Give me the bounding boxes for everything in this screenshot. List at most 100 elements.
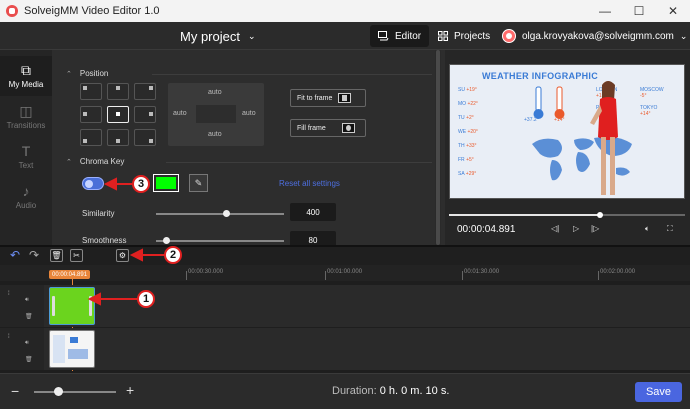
maximize-button[interactable]: ☐ [622, 0, 656, 22]
progress-knob[interactable] [597, 212, 604, 218]
drag-handle-icon[interactable]: ⁞ [8, 291, 10, 297]
transitions-icon: ◫ [19, 103, 33, 119]
editor-tab[interactable]: Editor [370, 25, 430, 47]
anchor-middle-left[interactable] [80, 106, 102, 123]
close-button[interactable]: ✕ [656, 0, 690, 22]
anchor-center[interactable] [107, 106, 129, 123]
playhead-time-badge[interactable]: 00:00:04.891 [49, 270, 91, 279]
app-logo-icon [6, 5, 18, 17]
chroma-color-swatch[interactable] [153, 174, 179, 192]
forecast-row: TH +33° [458, 143, 477, 149]
user-menu[interactable]: olga.krovyakova@solveigmm.com ⌄ [502, 25, 687, 47]
smoothness-slider[interactable] [156, 240, 284, 242]
fullscreen-icon[interactable]: ⛶ [667, 224, 673, 234]
sidebar-item-audio[interactable]: ♪ Audio [0, 177, 52, 217]
speaker-icon[interactable]: 🔊︎ [25, 340, 29, 347]
margin-editor: auto auto auto auto [168, 83, 264, 146]
thermometer-value: +14° [554, 117, 565, 123]
zoom-slider[interactable] [34, 391, 116, 393]
playback-progress-bar[interactable] [449, 212, 685, 218]
smoothness-slider-thumb[interactable] [162, 237, 170, 244]
zoom-in-button[interactable]: + [126, 383, 134, 397]
sidebar-item-label: My Media [8, 80, 44, 89]
anchor-bottom-left[interactable] [80, 129, 102, 146]
chroma-key-clip[interactable] [49, 287, 95, 325]
anchor-top-center[interactable] [107, 83, 129, 100]
minimize-button[interactable]: — [588, 0, 622, 22]
margin-right-input[interactable]: auto [242, 110, 256, 117]
background-clip[interactable] [49, 330, 95, 368]
sidebar-item-label: Text [18, 161, 34, 170]
chroma-color-fill [156, 177, 176, 189]
forecast-row: SA +29° [458, 171, 477, 177]
anchor-middle-right[interactable] [134, 106, 156, 123]
forecast-row: TU +2° [458, 115, 474, 121]
anchor-bottom-right[interactable] [134, 129, 156, 146]
zoom-out-button[interactable]: − [11, 384, 19, 398]
eyedropper-icon[interactable]: ✎ [189, 174, 208, 192]
sidebar-item-text[interactable]: T Text [0, 137, 52, 177]
ruler-label: 00:02:00.000 [600, 269, 636, 275]
timeline-ruler[interactable]: 00:00:30.000 00:01:00.000 00:01:30.000 0… [0, 265, 690, 281]
reset-all-settings-link[interactable]: Reset all settings [279, 179, 340, 188]
clip-settings-button[interactable]: ⚙ [116, 249, 129, 262]
margin-top-input[interactable]: auto [208, 89, 222, 96]
fill-frame-button[interactable]: Fill frame [290, 119, 366, 137]
save-button[interactable]: Save [635, 382, 682, 402]
city-weather: PARIS +8° [596, 105, 611, 117]
fit-to-frame-button[interactable]: Fit to frame [290, 89, 366, 107]
volume-icon[interactable]: 🔈︎ [645, 224, 650, 234]
clip-trim-handle-right[interactable] [89, 296, 92, 316]
similarity-label: Similarity [82, 209, 115, 218]
project-selector[interactable]: My project ⌄ [180, 22, 256, 50]
fill-frame-icon [341, 123, 355, 133]
anchor-bottom-center[interactable] [107, 129, 129, 146]
delete-button[interactable]: 🗑︎ [50, 249, 63, 262]
title-bar: SolveigMM Video Editor 1.0 — ☐ ✕ [0, 0, 690, 22]
trash-icon[interactable]: 🗑︎ [25, 313, 33, 320]
step-back-button[interactable]: ◁| [551, 224, 559, 233]
position-anchor-grid [80, 83, 156, 146]
clip-trim-handle-left[interactable] [52, 296, 55, 316]
similarity-value-input[interactable]: 400 [290, 203, 336, 221]
editor-tab-label: Editor [395, 30, 422, 42]
projects-grid-icon [438, 31, 448, 41]
trash-icon[interactable]: 🗑︎ [25, 356, 33, 363]
zoom-slider-thumb[interactable] [54, 387, 64, 396]
redo-icon[interactable]: ↷ [29, 248, 39, 262]
ruler-label: 00:01:00.000 [327, 269, 363, 275]
timeline-toolbar: ↶ ↷ 🗑︎ ✂ ⚙ [0, 247, 690, 265]
sidebar-item-my-media[interactable]: ⧉ My Media [0, 56, 52, 96]
split-tools-button[interactable]: ✂ [70, 249, 83, 262]
chroma-key-toggle[interactable] [82, 177, 104, 190]
video-preview[interactable]: WEATHER INFOGRAPHIC SU +19° MO +22° TU +… [449, 64, 685, 199]
chroma-key-section-header[interactable]: ⌃ Chroma Key [66, 157, 124, 166]
margin-bottom-input[interactable]: auto [208, 131, 222, 138]
window-controls: — ☐ ✕ [588, 0, 690, 22]
anchor-top-left[interactable] [80, 83, 102, 100]
similarity-slider-thumb[interactable] [222, 210, 230, 217]
undo-icon[interactable]: ↶ [10, 248, 20, 262]
city-weather: LONDON +10° [596, 87, 618, 99]
smoothness-label: Smoothness [82, 236, 127, 245]
projects-tab[interactable]: Projects [430, 25, 498, 47]
anchor-top-right[interactable] [134, 83, 156, 100]
ruler-label: 00:00:30.000 [188, 269, 224, 275]
smoothness-value-input[interactable]: 80 [290, 231, 336, 245]
position-section-header[interactable]: ⌃ Position [66, 69, 108, 78]
panel-scrollbar[interactable] [435, 50, 441, 245]
drag-handle-icon[interactable]: ⁞ [8, 334, 10, 340]
play-button[interactable]: ▷ [573, 224, 579, 233]
margin-left-input[interactable]: auto [173, 110, 187, 117]
similarity-slider[interactable] [156, 213, 284, 215]
forecast-row: FR +5° [458, 157, 474, 163]
step-forward-button[interactable]: |▷ [591, 224, 599, 233]
duration-display: Duration: 0 h. 0 m. 10 s. [332, 385, 450, 397]
speaker-icon[interactable]: 🔊︎ [25, 297, 29, 304]
sidebar-item-transitions[interactable]: ◫ Transitions [0, 97, 52, 137]
progress-fill [449, 214, 601, 216]
annotation-callout-1: 1 [137, 290, 155, 308]
annotation-callout-2: 2 [164, 246, 182, 264]
user-email: olga.krovyakova@solveigmm.com [522, 30, 674, 42]
ruler-label: 00:01:30.000 [464, 269, 500, 275]
